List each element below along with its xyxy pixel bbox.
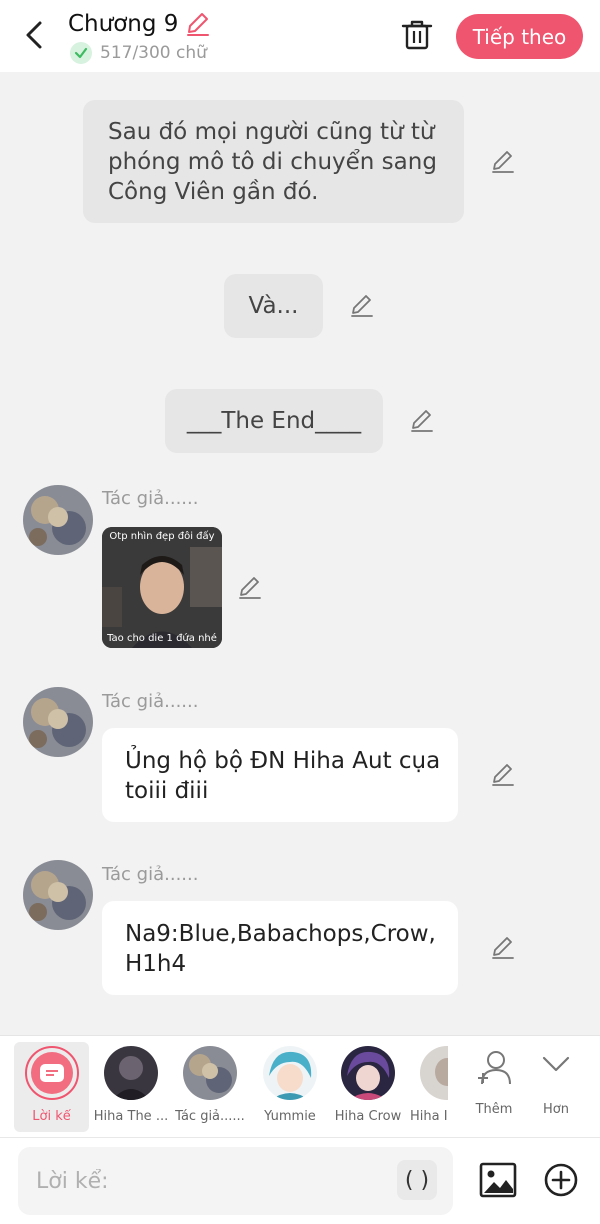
character-bar: Lời kể Hiha The ... Tác giả...... Yummie…	[0, 1035, 600, 1137]
avatar	[183, 1046, 237, 1100]
edit-pencil-icon[interactable]	[236, 574, 264, 602]
image-icon[interactable]	[479, 1162, 517, 1198]
parentheses-button[interactable]: ( )	[397, 1160, 437, 1200]
add-person-icon	[478, 1051, 511, 1085]
author-name: Tác giả......	[102, 864, 199, 885]
character-hiha-i[interactable]: Hiha I	[408, 1036, 448, 1138]
edit-pencil-icon[interactable]	[489, 148, 517, 176]
chevron-down-icon	[542, 1056, 570, 1072]
character-label: Hiha The ...	[93, 1109, 169, 1124]
narration-bubble[interactable]: Sau đó mọi người cũng từ từ phóng mô tô …	[83, 100, 464, 223]
chat-line: toiii điii	[125, 778, 209, 804]
character-label: Yummie	[264, 1109, 316, 1124]
chat-bubble[interactable]: Na9:Blue,Babachops,Crow, H1h4	[102, 901, 458, 995]
title-row: Chương 9	[68, 10, 212, 38]
chat-line: H1h4	[125, 951, 187, 977]
word-count-row: 517/300 chữ	[70, 42, 207, 64]
edit-pencil-icon[interactable]	[348, 292, 376, 320]
edit-title-icon[interactable]	[184, 10, 212, 38]
character-label: Hiha I	[410, 1109, 448, 1124]
character-author[interactable]: Tác giả......	[172, 1036, 248, 1138]
chapter-title: Chương 9	[68, 11, 179, 37]
narration-line: Công Viên gần đó.	[108, 179, 319, 205]
narration-text: Và...	[248, 293, 299, 319]
chat-line: Na9:Blue,Babachops,Crow,	[125, 921, 436, 947]
image-message[interactable]: Otp nhìn đẹp đôi đấy Tao cho die 1 đứa n…	[102, 527, 222, 648]
author-name: Tác giả......	[102, 488, 199, 509]
image-caption-bottom: Tao cho die 1 đứa nhé	[107, 633, 217, 644]
character-hiha-the[interactable]: Hiha The ...	[92, 1036, 170, 1138]
character-label: Thêm	[475, 1102, 513, 1117]
narration-bubble[interactable]: Và...	[224, 274, 323, 338]
avatar	[341, 1046, 395, 1100]
chat-line: Ủng hộ bộ ĐN Hiha Aut cụa	[125, 748, 441, 774]
image-caption-top: Otp nhìn đẹp đôi đấy	[109, 531, 215, 542]
narration-input[interactable]	[18, 1147, 453, 1215]
author-name: Tác giả......	[102, 691, 199, 712]
edit-pencil-icon[interactable]	[408, 407, 436, 435]
avatar	[263, 1046, 317, 1100]
character-label: Lời kể	[32, 1109, 71, 1124]
character-narration[interactable]: Lời kể	[14, 1042, 89, 1132]
avatar	[104, 1046, 158, 1100]
character-hiha-crow[interactable]: Hiha Crow	[332, 1036, 404, 1138]
meme-photo	[102, 527, 222, 648]
back-arrow-icon[interactable]	[18, 18, 52, 52]
plus-circle-icon[interactable]	[543, 1162, 579, 1198]
add-character-button[interactable]: Thêm	[464, 1036, 524, 1138]
chat-bubble[interactable]: Ủng hộ bộ ĐN Hiha Aut cụa toiii điii	[102, 728, 458, 822]
narration-icon	[25, 1046, 79, 1100]
edit-pencil-icon[interactable]	[489, 934, 517, 962]
avatar	[420, 1046, 448, 1100]
top-bar: Chương 9 517/300 chữ Tiếp theo	[0, 0, 600, 72]
character-yummie[interactable]: Yummie	[252, 1036, 328, 1138]
narration-line: Sau đó mọi người cũng từ từ	[108, 119, 435, 145]
next-button[interactable]: Tiếp theo	[456, 14, 583, 59]
more-button[interactable]: Hơn	[528, 1036, 584, 1138]
character-label: Hiha Crow	[334, 1109, 402, 1124]
character-label: Tác giả......	[175, 1109, 245, 1124]
author-avatar[interactable]	[23, 860, 93, 930]
edit-pencil-icon[interactable]	[489, 761, 517, 789]
narration-text: ___The End____	[186, 408, 362, 434]
check-icon	[70, 42, 92, 64]
author-avatar[interactable]	[23, 687, 93, 757]
narration-bubble[interactable]: ___The End____	[165, 389, 383, 453]
character-label: Hơn	[543, 1102, 569, 1117]
narration-line: phóng mô tô di chuyển sang	[108, 149, 437, 175]
word-count: 517/300 chữ	[100, 43, 207, 63]
author-avatar[interactable]	[23, 485, 93, 555]
trash-icon[interactable]	[398, 16, 436, 54]
